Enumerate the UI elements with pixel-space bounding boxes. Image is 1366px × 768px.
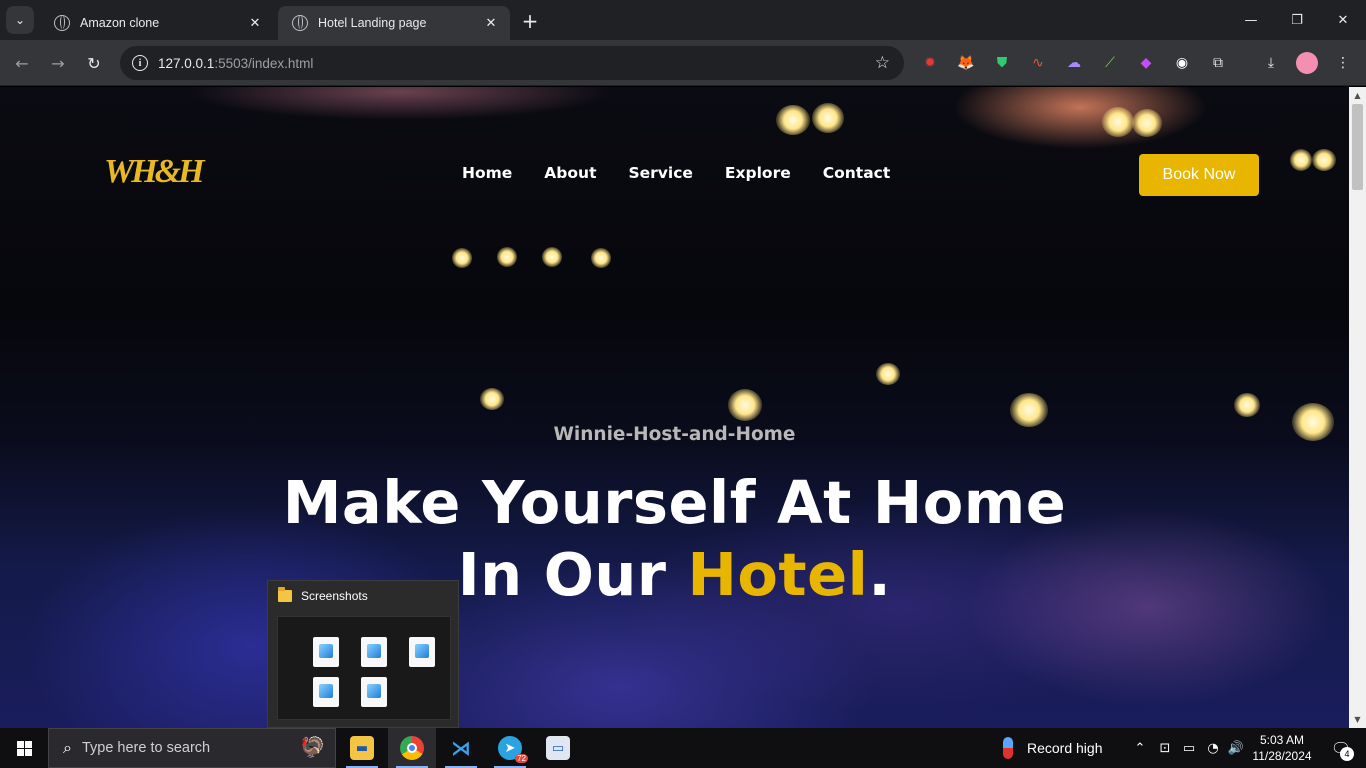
- page-viewport: WH&H Home About Service Explore Contact …: [0, 87, 1366, 728]
- image-file-icon: [313, 677, 339, 707]
- thanksgiving-icon: 🦃: [300, 735, 325, 759]
- puzzle-icon[interactable]: ⧉: [1207, 52, 1229, 74]
- back-button[interactable]: ←: [8, 49, 36, 77]
- nav-contact[interactable]: Contact: [823, 164, 891, 182]
- thermometer-icon: [1003, 737, 1013, 759]
- shield-icon[interactable]: ⛊: [991, 52, 1013, 74]
- minimize-button[interactable]: —: [1228, 0, 1274, 40]
- telegram-badge: 72: [515, 754, 528, 763]
- nav-about[interactable]: About: [544, 164, 596, 182]
- bookmark-star-icon[interactable]: ☆: [875, 53, 890, 73]
- vscode-icon: ⋊: [451, 736, 471, 760]
- page-scrollbar[interactable]: ▲ ▼: [1349, 87, 1366, 728]
- tab-search-button[interactable]: ⌄: [6, 6, 34, 34]
- remote-desktop-app[interactable]: ▭: [534, 728, 582, 768]
- tab-title: Hotel Landing page: [318, 16, 427, 30]
- site-logo[interactable]: WH&H: [104, 153, 205, 191]
- telegram-app[interactable]: ➤ 72: [486, 728, 534, 768]
- close-icon[interactable]: ✕: [246, 14, 264, 32]
- book-now-button[interactable]: Book Now: [1139, 154, 1259, 196]
- start-button[interactable]: [0, 728, 48, 768]
- notification-center-button[interactable]: 🗨 4: [1322, 728, 1360, 768]
- clock-date: 11/28/2024: [1252, 749, 1312, 763]
- folder-icon: ▬: [350, 736, 374, 760]
- profile-avatar[interactable]: [1296, 52, 1318, 74]
- window-preview[interactable]: [277, 616, 451, 720]
- notification-badge: 4: [1340, 747, 1354, 761]
- gem-icon[interactable]: ◆: [1135, 52, 1157, 74]
- reload-button[interactable]: ↻: [80, 49, 108, 77]
- close-icon[interactable]: ✕: [482, 14, 500, 32]
- folder-icon: [278, 587, 292, 602]
- nav-service[interactable]: Service: [628, 164, 692, 182]
- taskbar-thumbnail-popup[interactable]: Screenshots: [267, 580, 459, 728]
- weather-text: Record high: [1027, 740, 1103, 756]
- browser-toolbar: ← → ↻ i 127.0.0.1:5503/index.html ☆ ✹ 🦊 …: [0, 40, 1366, 86]
- tab-title: Amazon clone: [80, 16, 160, 30]
- site-info-icon[interactable]: i: [132, 55, 148, 71]
- monitor-icon: ▭: [546, 736, 570, 760]
- popup-title: Screenshots: [301, 589, 368, 603]
- chrome-icon: [400, 736, 424, 760]
- image-file-icon: [361, 677, 387, 707]
- address-bar[interactable]: i 127.0.0.1:5503/index.html ☆: [120, 46, 904, 80]
- record-icon[interactable]: ✹: [919, 52, 941, 74]
- restore-button[interactable]: ❐: [1274, 0, 1320, 40]
- globe-icon: [54, 15, 70, 31]
- scribble-icon[interactable]: ∿: [1027, 52, 1049, 74]
- file-explorer-app[interactable]: ▬: [338, 728, 386, 768]
- image-file-icon: [313, 637, 339, 667]
- forward-button[interactable]: →: [44, 49, 72, 77]
- hero-headline: Make Yourself At Home In Our Hotel.: [282, 468, 1067, 609]
- ghost-icon[interactable]: ☁: [1063, 52, 1085, 74]
- url-text: 127.0.0.1:5503/index.html: [158, 55, 314, 71]
- browser-tab-bar: ⌄ Amazon clone ✕ Hotel Landing page ✕ + …: [0, 0, 1366, 40]
- globe-icon: [292, 15, 308, 31]
- tab-amazon-clone[interactable]: Amazon clone ✕: [40, 6, 274, 40]
- nav-explore[interactable]: Explore: [725, 164, 791, 182]
- scroll-up-arrow-icon[interactable]: ▲: [1349, 87, 1366, 104]
- hero-subtitle: Winnie-Host-and-Home: [553, 424, 796, 445]
- search-placeholder: Type here to search: [81, 740, 211, 756]
- image-file-icon: [361, 637, 387, 667]
- volume-icon[interactable]: 🔊: [1226, 728, 1246, 768]
- new-tab-button[interactable]: +: [518, 9, 542, 33]
- battery-icon[interactable]: ▭: [1179, 728, 1199, 768]
- clock-time: 5:03 AM: [1259, 733, 1305, 747]
- game-icon[interactable]: ◉: [1171, 52, 1193, 74]
- taskbar-clock[interactable]: 5:03 AM 11/28/2024: [1246, 732, 1318, 764]
- windows-taskbar: ⌕ Type here to search 🦃 ▬ ⋊ ➤ 72 ▭ Recor…: [0, 728, 1366, 768]
- scroll-down-arrow-icon[interactable]: ▼: [1349, 711, 1366, 728]
- search-icon: ⌕: [63, 738, 72, 757]
- windows-logo-icon: [16, 740, 32, 756]
- wifi-icon[interactable]: ◔: [1203, 728, 1223, 768]
- weather-widget[interactable]: Record high: [1003, 728, 1103, 768]
- site-nav: Home About Service Explore Contact: [462, 164, 922, 182]
- close-window-button[interactable]: ✕: [1320, 0, 1366, 40]
- meet-now-icon[interactable]: ⊡: [1155, 728, 1175, 768]
- metamask-icon[interactable]: 🦊: [955, 52, 977, 74]
- menu-kebab-icon[interactable]: ⋮: [1332, 52, 1354, 74]
- taskbar-search[interactable]: ⌕ Type here to search 🦃: [48, 728, 336, 768]
- image-file-icon: [409, 637, 435, 667]
- download-icon[interactable]: ⤓: [1260, 52, 1282, 74]
- scroll-thumb[interactable]: [1352, 104, 1363, 190]
- chrome-app[interactable]: [388, 728, 436, 768]
- tab-hotel-landing[interactable]: Hotel Landing page ✕: [278, 6, 510, 40]
- nav-home[interactable]: Home: [462, 164, 512, 182]
- headline-accent: Hotel: [687, 540, 869, 609]
- vscode-app[interactable]: ⋊: [437, 728, 485, 768]
- chevron-up-icon[interactable]: ⌃: [1130, 728, 1150, 768]
- chart-icon[interactable]: ⟋: [1099, 52, 1121, 74]
